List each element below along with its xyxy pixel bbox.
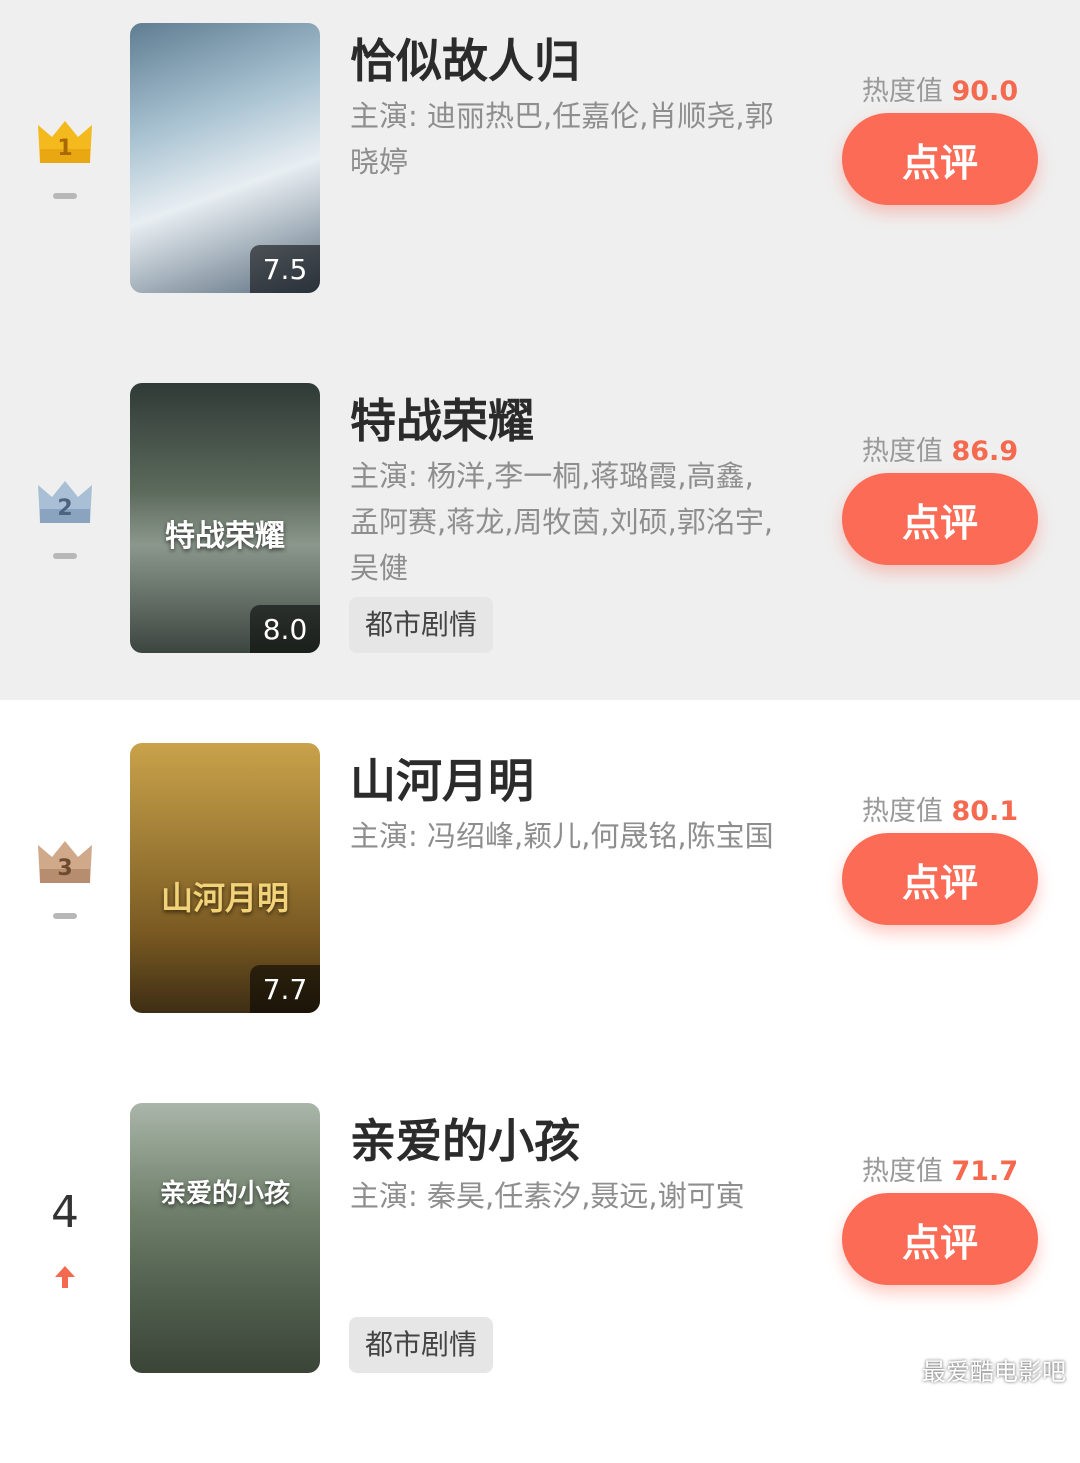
- cast-list: 主演: 冯绍峰,颖儿,何晟铭,陈宝国: [350, 819, 774, 853]
- trend-up-arrow-icon: [53, 1263, 77, 1291]
- genre-tag[interactable]: 都市剧情: [349, 597, 494, 653]
- ranking-item[interactable]: 1 7.5 恰似故人归 主演: 迪丽热巴,任嘉伦,肖顺尧,郭晓婷 热度值 90.…: [0, 23, 1080, 383]
- gold-crown-icon: 1: [36, 119, 94, 165]
- crown-rank-number: 2: [57, 496, 72, 521]
- review-button[interactable]: 点评: [842, 1193, 1038, 1285]
- cast-list: 主演: 杨洋,李一桐,蒋璐霞,高鑫,孟阿赛,蒋龙,周牧茵,刘硕,郭洺宇,吴健: [350, 459, 774, 585]
- heat-value: 80.1: [951, 796, 1019, 827]
- show-title[interactable]: 山河月明: [350, 745, 534, 811]
- heat-value: 86.9: [951, 436, 1019, 467]
- ranking-item[interactable]: 2 特战荣耀 8.0 特战荣耀 主演: 杨洋,李一桐,蒋璐霞,高鑫,孟阿赛,蒋龙…: [0, 383, 1080, 743]
- heat-label: 热度值: [861, 796, 943, 827]
- heat-score: 热度值 80.1: [840, 789, 1040, 828]
- rank-column: 2: [0, 383, 130, 683]
- cast-list: 主演: 秦昊,任素汐,聂远,谢可寅: [350, 1179, 745, 1213]
- review-button[interactable]: 点评: [842, 833, 1038, 925]
- heat-score: 热度值 86.9: [840, 429, 1040, 468]
- rank-column: 4: [0, 1103, 130, 1403]
- crown-rank-number: 1: [57, 136, 72, 161]
- heat-value: 71.7: [951, 1156, 1019, 1187]
- show-title[interactable]: 特战荣耀: [350, 385, 534, 451]
- ranking-item[interactable]: 3 山河月明 7.7 山河月明 主演: 冯绍峰,颖儿,何晟铭,陈宝国 热度值 8…: [0, 743, 1080, 1103]
- trend-flat-icon: [53, 913, 77, 919]
- rating-score: 7.5: [250, 245, 320, 293]
- show-title[interactable]: 恰似故人归: [350, 25, 580, 91]
- poster[interactable]: 亲爱的小孩: [130, 1103, 320, 1373]
- show-title[interactable]: 亲爱的小孩: [350, 1105, 580, 1171]
- heat-score: 热度值 71.7: [840, 1149, 1040, 1188]
- heat-label: 热度值: [861, 436, 943, 467]
- rating-score: 8.0: [250, 605, 320, 653]
- poster-title: 亲爱的小孩: [159, 1179, 290, 1209]
- trend-flat-icon: [53, 553, 77, 559]
- cast-list: 主演: 迪丽热巴,任嘉伦,肖顺尧,郭晓婷: [350, 99, 774, 179]
- heat-score: 热度值 90.0: [840, 69, 1040, 108]
- bronze-crown-icon: 3: [36, 839, 94, 885]
- rank-column: 1: [0, 23, 130, 323]
- heat-label: 热度值: [861, 76, 943, 107]
- poster[interactable]: 特战荣耀 8.0: [130, 383, 320, 653]
- poster-title: 特战荣耀: [165, 519, 285, 554]
- review-button[interactable]: 点评: [842, 113, 1038, 205]
- heat-value: 90.0: [951, 76, 1019, 107]
- poster[interactable]: 7.5: [130, 23, 320, 293]
- watermark: 最爱酷电影吧: [922, 1358, 1066, 1386]
- heat-label: 热度值: [861, 1156, 943, 1187]
- trend-flat-icon: [53, 193, 77, 199]
- ranking-item[interactable]: 4 亲爱的小孩 亲爱的小孩 主演: 秦昊,任素汐,聂远,谢可寅 都市剧情 热度值…: [0, 1103, 1080, 1463]
- silver-crown-icon: 2: [36, 479, 94, 525]
- genre-tag[interactable]: 都市剧情: [349, 1317, 494, 1373]
- poster-title: 山河月明: [160, 879, 289, 917]
- poster-image: [130, 1103, 320, 1373]
- poster[interactable]: 山河月明 7.7: [130, 743, 320, 1013]
- rank-number: 4: [51, 1187, 79, 1238]
- rating-score: 7.7: [250, 965, 320, 1013]
- review-button[interactable]: 点评: [842, 473, 1038, 565]
- rank-column: 3: [0, 743, 130, 1043]
- crown-rank-number: 3: [57, 856, 72, 881]
